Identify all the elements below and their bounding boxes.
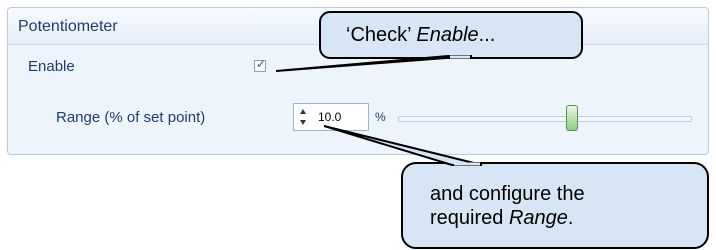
bottom-callout-line2-part1: required <box>430 207 509 229</box>
top-callout-text: ‘Check’ Enable... <box>346 23 495 47</box>
top-callout-text-part2: Enable <box>416 24 479 46</box>
bottom-callout-line2: required Range. <box>430 206 585 230</box>
bottom-callout-line1: and configure the <box>430 183 585 205</box>
bottom-callout-line2-part3: . <box>567 207 574 229</box>
bottom-callout-text: and configure the required Range. <box>430 182 585 230</box>
top-callout-text-part3: ... <box>478 24 496 46</box>
top-callout-text-part1: ‘Check’ <box>346 24 417 46</box>
bottom-callout-pointer <box>323 125 483 166</box>
bottom-callout-line2-part2: Range <box>508 207 568 229</box>
